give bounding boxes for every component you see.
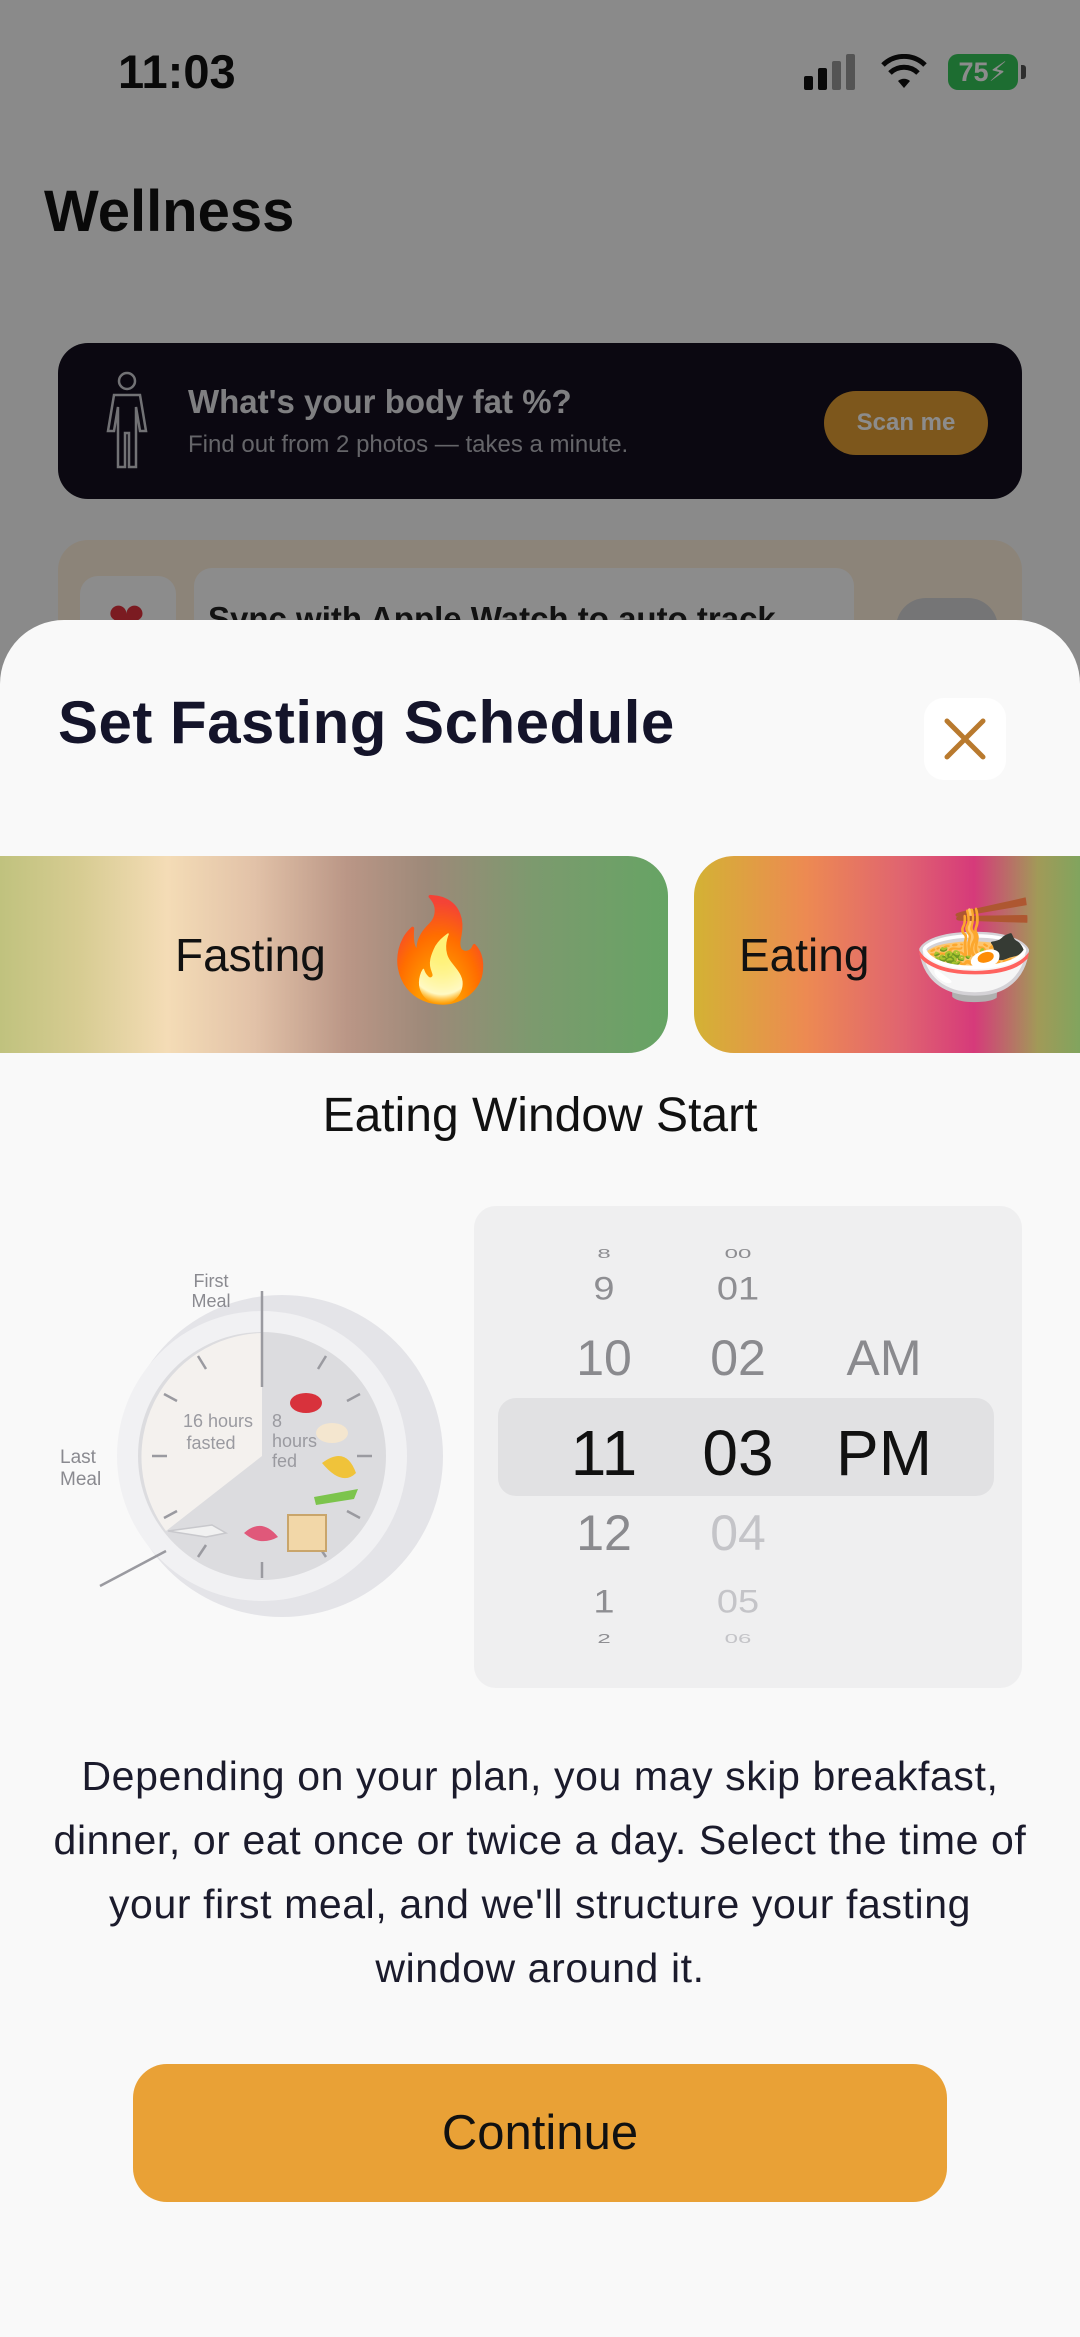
hour-selected[interactable]: 11 — [544, 1416, 664, 1490]
eating-label: Eating — [739, 929, 870, 981]
period-selected-pm[interactable]: PM — [824, 1416, 944, 1490]
eating-card[interactable]: Eating 🍜 — [694, 856, 1080, 1053]
close-icon — [944, 718, 986, 760]
minute-option[interactable]: 04 — [678, 1504, 798, 1562]
last-meal-label-1: Last — [60, 1447, 97, 1468]
last-meal-label-2: Meal — [60, 1469, 101, 1490]
eating-window-label: Eating Window Start — [322, 1089, 758, 1142]
noodle-bowl-icon: 🍜 — [912, 894, 1037, 1006]
description-text: Depending on your plan, you may skip bre… — [53, 1753, 1027, 1991]
hour-option[interactable]: 12 — [544, 1504, 664, 1562]
fasting-label: Fasting — [175, 929, 326, 981]
period-option-am[interactable]: AM — [824, 1329, 944, 1387]
minute-option[interactable]: 00 — [678, 1246, 798, 1261]
fasting-clock-illustration: First Meal Last Meal 16 hours fasted 8 h… — [60, 1271, 443, 1617]
hour-option[interactable]: 8 — [544, 1246, 664, 1261]
minute-option[interactable]: 02 — [678, 1329, 798, 1387]
fed-label-1: 8 — [272, 1411, 282, 1431]
minute-option[interactable]: 06 — [678, 1631, 798, 1646]
minute-option[interactable]: 01 — [678, 1271, 798, 1308]
fasted-label-2: fasted — [186, 1433, 235, 1453]
time-picker[interactable]: 8 9 10 11 12 1 2 00 01 02 03 04 05 06 AM… — [474, 1206, 1022, 1688]
minute-selected[interactable]: 03 — [678, 1416, 798, 1490]
hour-option[interactable]: 1 — [544, 1584, 664, 1621]
fed-label-2: hours — [272, 1431, 317, 1451]
hour-option[interactable]: 10 — [544, 1329, 664, 1387]
fasted-label-1: 16 hours — [183, 1411, 253, 1431]
fire-icon: 🔥 — [378, 894, 503, 1006]
hour-option[interactable]: 9 — [544, 1271, 664, 1308]
continue-button[interactable]: Continue — [133, 2064, 947, 2202]
fasting-card[interactable]: Fasting 🔥 — [0, 856, 668, 1053]
fed-label-3: fed — [272, 1451, 297, 1471]
close-button[interactable] — [924, 698, 1006, 780]
first-meal-label-2: Meal — [191, 1291, 230, 1311]
sheet-title: Set Fasting Schedule — [58, 689, 675, 756]
minute-option[interactable]: 05 — [678, 1584, 798, 1621]
hour-option[interactable]: 2 — [544, 1631, 664, 1646]
first-meal-label-1: First — [194, 1271, 229, 1291]
fasting-schedule-sheet: Set Fasting Schedule Fasting 🔥 Eating 🍜 … — [0, 620, 1080, 2337]
